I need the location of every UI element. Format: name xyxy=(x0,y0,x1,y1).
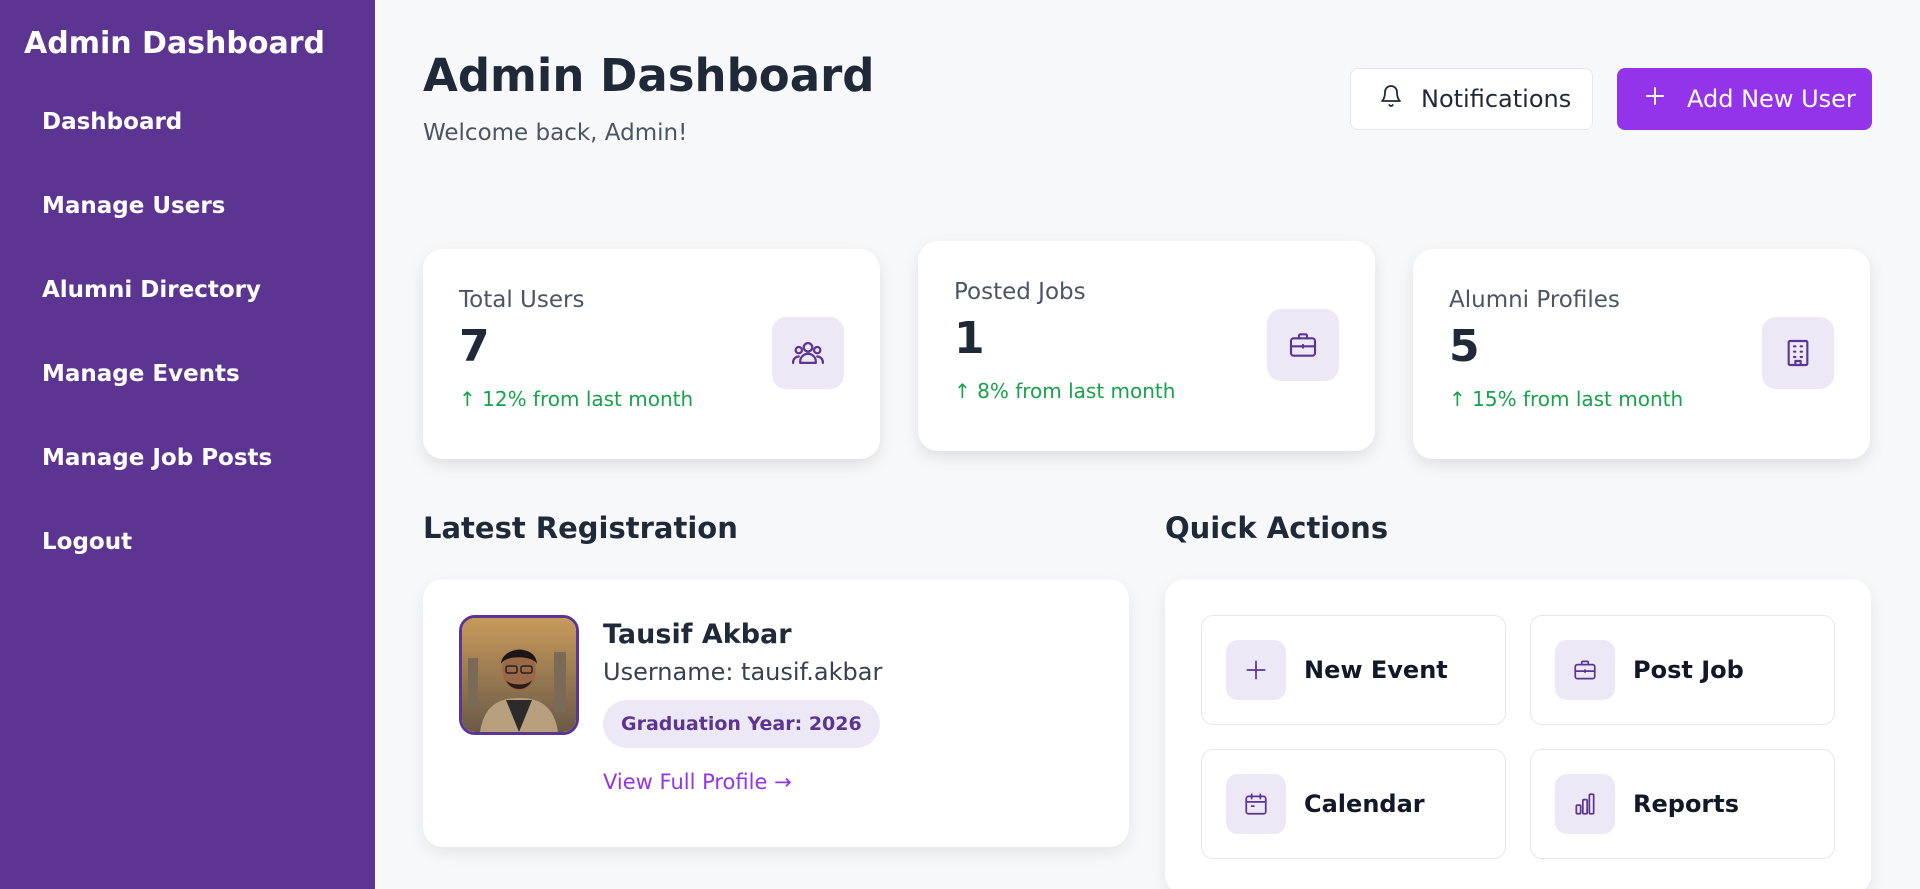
lower-sections: Latest Registration Tausif Akbar Usernam… xyxy=(423,511,1872,889)
stat-label: Posted Jobs xyxy=(954,279,1086,305)
view-full-profile-link[interactable]: View Full Profile → xyxy=(603,770,882,794)
stat-trend: ↑ 15% from last month xyxy=(1449,387,1684,411)
stat-card-total-users: Total Users 7 ↑ 12% from last month xyxy=(423,249,880,459)
stats-row: Total Users 7 ↑ 12% from last month Post… xyxy=(423,241,1872,459)
plus-icon xyxy=(1643,84,1667,114)
registration-card: Tausif Akbar Username: tausif.akbar Grad… xyxy=(423,579,1129,847)
quick-action-label: Calendar xyxy=(1304,790,1425,818)
notifications-label: Notifications xyxy=(1421,85,1572,113)
sidebar-nav: Dashboard Manage Users Alumni Directory … xyxy=(0,108,375,612)
add-new-user-label: Add New User xyxy=(1687,85,1856,113)
section-title: Quick Actions xyxy=(1165,511,1389,545)
quick-action-post-job[interactable]: Post Job xyxy=(1530,615,1835,725)
quick-action-calendar[interactable]: Calendar xyxy=(1201,749,1506,859)
registrant-name: Tausif Akbar xyxy=(603,619,792,650)
sidebar-item-manage-users[interactable]: Manage Users xyxy=(0,192,375,276)
latest-registration-section: Latest Registration Tausif Akbar Usernam… xyxy=(423,511,1129,889)
stat-card-alumni-profiles: Alumni Profiles 5 ↑ 15% from last month xyxy=(1413,249,1870,459)
sidebar-item-dashboard[interactable]: Dashboard xyxy=(0,108,375,192)
quick-actions-section: Quick Actions New Event Post Job Calenda… xyxy=(1165,511,1871,889)
main-content: Admin Dashboard Welcome back, Admin! Not… xyxy=(375,0,1920,889)
sidebar-item-logout[interactable]: Logout xyxy=(0,528,375,612)
stat-label: Total Users xyxy=(459,287,585,313)
quick-action-label: Reports xyxy=(1633,790,1740,818)
registrant-username: Username: tausif.akbar xyxy=(603,658,883,686)
quick-action-reports[interactable]: Reports xyxy=(1530,749,1835,859)
bar-chart-icon xyxy=(1555,774,1615,834)
stat-trend: ↑ 12% from last month xyxy=(459,387,694,411)
briefcase-icon xyxy=(1555,640,1615,700)
users-icon xyxy=(772,317,844,389)
plus-icon xyxy=(1226,640,1286,700)
sidebar-item-alumni-directory[interactable]: Alumni Directory xyxy=(0,276,375,360)
section-title: Latest Registration xyxy=(423,511,738,545)
quick-action-label: Post Job xyxy=(1633,656,1744,684)
bell-icon xyxy=(1379,84,1403,114)
graduation-year-badge: Graduation Year: 2026 xyxy=(603,700,880,748)
quick-action-new-event[interactable]: New Event xyxy=(1201,615,1506,725)
registration-details: Tausif Akbar Username: tausif.akbar Grad… xyxy=(603,615,882,811)
building-icon xyxy=(1762,317,1834,389)
header-actions: Notifications Add New User xyxy=(1350,68,1872,130)
page-subtitle: Welcome back, Admin! xyxy=(423,120,688,146)
stat-label: Alumni Profiles xyxy=(1449,287,1620,313)
app-root: Admin Dashboard Dashboard Manage Users A… xyxy=(0,0,1920,889)
quick-actions-card: New Event Post Job Calendar Reports xyxy=(1165,579,1871,889)
stat-trend: ↑ 8% from last month xyxy=(954,379,1176,403)
quick-action-label: New Event xyxy=(1304,656,1448,684)
add-new-user-button[interactable]: Add New User xyxy=(1617,68,1872,130)
page-header: Admin Dashboard Welcome back, Admin! Not… xyxy=(423,50,1872,200)
notifications-button[interactable]: Notifications xyxy=(1350,68,1593,130)
sidebar: Admin Dashboard Dashboard Manage Users A… xyxy=(0,0,375,889)
stat-card-posted-jobs: Posted Jobs 1 ↑ 8% from last month xyxy=(918,241,1375,451)
avatar xyxy=(459,615,579,735)
page-title: Admin Dashboard xyxy=(423,49,875,102)
briefcase-icon xyxy=(1267,309,1339,381)
calendar-icon xyxy=(1226,774,1286,834)
sidebar-item-manage-events[interactable]: Manage Events xyxy=(0,360,375,444)
sidebar-item-manage-job-posts[interactable]: Manage Job Posts xyxy=(0,444,375,528)
sidebar-title: Admin Dashboard xyxy=(24,26,325,61)
